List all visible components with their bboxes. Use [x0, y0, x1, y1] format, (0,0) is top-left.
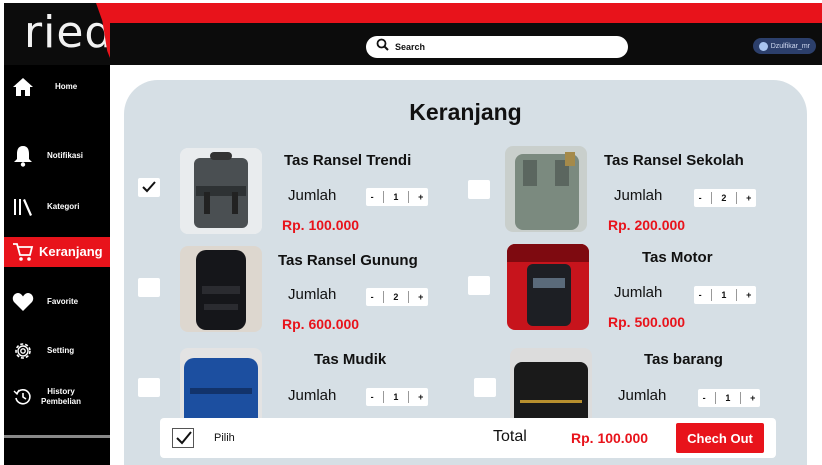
- qty-decrement-button[interactable]: -: [371, 192, 374, 202]
- qty-decrement-button[interactable]: -: [371, 392, 374, 402]
- qty-value: 2: [721, 193, 727, 203]
- qty-label: Jumlah: [614, 284, 663, 301]
- home-icon: [11, 75, 35, 99]
- item-checkbox[interactable]: [138, 178, 160, 197]
- user-name: Dzulfikar_mr: [770, 42, 810, 50]
- qty-increment-button[interactable]: +: [418, 292, 423, 302]
- item-price: Rp. 100.000: [282, 217, 360, 233]
- product-image: [180, 148, 262, 234]
- qty-value: 1: [393, 392, 399, 402]
- quantity-stepper[interactable]: - 1 +: [698, 389, 760, 407]
- qty-increment-button[interactable]: +: [418, 392, 423, 402]
- sidebar-item-label: History Pembelian: [40, 387, 81, 406]
- select-all-checkbox[interactable]: [172, 428, 194, 448]
- qty-label: Jumlah: [614, 187, 663, 204]
- app-window: ried Home Notifikasi Kategori Keranjang …: [4, 3, 822, 465]
- sidebar-item-label: Home: [55, 82, 78, 91]
- sidebar-item-notifikasi[interactable]: Notifikasi: [4, 144, 110, 168]
- heart-icon: [11, 290, 35, 314]
- product-image: [180, 246, 262, 332]
- bell-icon: [11, 144, 35, 168]
- qty-label: Jumlah: [618, 387, 667, 404]
- item-name: Tas Mudik: [314, 351, 387, 368]
- quantity-stepper[interactable]: - 1 +: [366, 388, 428, 406]
- user-account-chip[interactable]: Dzulfikar_mr: [752, 38, 816, 54]
- qty-label: Jumlah: [288, 187, 337, 204]
- cart-panel: Keranjang Tas Ransel Trendi Jumlah - 1 +…: [124, 80, 807, 465]
- qty-label: Jumlah: [288, 286, 337, 303]
- product-image: [507, 244, 589, 330]
- sidebar-item-label: Keranjang: [39, 244, 103, 259]
- qty-value: 1: [721, 290, 727, 300]
- qty-decrement-button[interactable]: -: [703, 393, 706, 403]
- qty-value: 1: [725, 393, 731, 403]
- sidebar-item-label: Favorite: [47, 297, 79, 306]
- qty-value: 2: [393, 292, 399, 302]
- cart-icon: [11, 240, 35, 264]
- search-input[interactable]: Search: [395, 42, 425, 52]
- qty-decrement-button[interactable]: -: [699, 290, 702, 300]
- avatar: [758, 41, 768, 51]
- sidebar-item-label: Setting: [47, 346, 75, 355]
- sidebar-divider: [4, 435, 110, 438]
- search-bar[interactable]: Search: [366, 36, 628, 58]
- sidebar-item-keranjang[interactable]: Keranjang: [4, 237, 110, 267]
- quantity-stepper[interactable]: - 1 +: [694, 286, 756, 304]
- history-icon: [11, 385, 35, 409]
- checkout-bar: Pilih Total Rp. 100.000 Chech Out: [160, 418, 776, 458]
- header-bar: Search Dzulfikar_mr: [110, 3, 822, 65]
- product-image: [505, 146, 587, 232]
- select-all-label: Pilih: [214, 432, 235, 444]
- checkout-button[interactable]: Chech Out: [676, 423, 764, 453]
- item-price: Rp. 200.000: [608, 217, 686, 233]
- item-price: Rp. 600.000: [282, 316, 360, 332]
- sidebar-item-favorite[interactable]: Favorite: [4, 290, 110, 314]
- sidebar-item-label: Notifikasi: [47, 151, 84, 160]
- qty-increment-button[interactable]: +: [746, 193, 751, 203]
- logo[interactable]: ried: [4, 3, 114, 65]
- qty-decrement-button[interactable]: -: [371, 292, 374, 302]
- sidebar: ried Home Notifikasi Kategori Keranjang …: [4, 3, 114, 465]
- search-icon: [376, 38, 389, 56]
- qty-label: Jumlah: [288, 387, 337, 404]
- item-name: Tas Ransel Trendi: [284, 152, 412, 169]
- sidebar-item-home[interactable]: Home: [4, 75, 110, 99]
- page-title: Keranjang: [409, 99, 522, 125]
- quantity-stepper[interactable]: - 2 +: [694, 189, 756, 207]
- sidebar-item-kategori[interactable]: Kategori: [4, 195, 110, 219]
- item-checkbox[interactable]: [138, 378, 160, 397]
- item-name: Tas barang: [644, 351, 723, 368]
- header-accent-band: [110, 3, 822, 23]
- item-name: Tas Ransel Sekolah: [604, 152, 744, 169]
- item-checkbox[interactable]: [138, 278, 160, 297]
- qty-increment-button[interactable]: +: [750, 393, 755, 403]
- item-name: Tas Ransel Gunung: [278, 252, 418, 269]
- gear-icon: [11, 339, 35, 363]
- qty-increment-button[interactable]: +: [418, 192, 423, 202]
- item-checkbox[interactable]: [474, 378, 496, 397]
- sidebar-item-history[interactable]: History Pembelian: [4, 385, 110, 409]
- quantity-stepper[interactable]: - 2 +: [366, 288, 428, 306]
- qty-increment-button[interactable]: +: [746, 290, 751, 300]
- total-label: Total: [493, 428, 527, 445]
- sidebar-item-setting[interactable]: Setting: [4, 339, 110, 363]
- item-checkbox[interactable]: [468, 276, 490, 295]
- logo-text: ried: [24, 7, 114, 58]
- item-name: Tas Motor: [642, 249, 713, 266]
- library-icon: [11, 195, 35, 219]
- quantity-stepper[interactable]: - 1 +: [366, 188, 428, 206]
- qty-value: 1: [393, 192, 399, 202]
- item-checkbox[interactable]: [468, 180, 490, 199]
- sidebar-item-label: Kategori: [47, 202, 80, 211]
- total-value: Rp. 100.000: [571, 430, 649, 446]
- item-price: Rp. 500.000: [608, 314, 686, 330]
- qty-decrement-button[interactable]: -: [699, 193, 702, 203]
